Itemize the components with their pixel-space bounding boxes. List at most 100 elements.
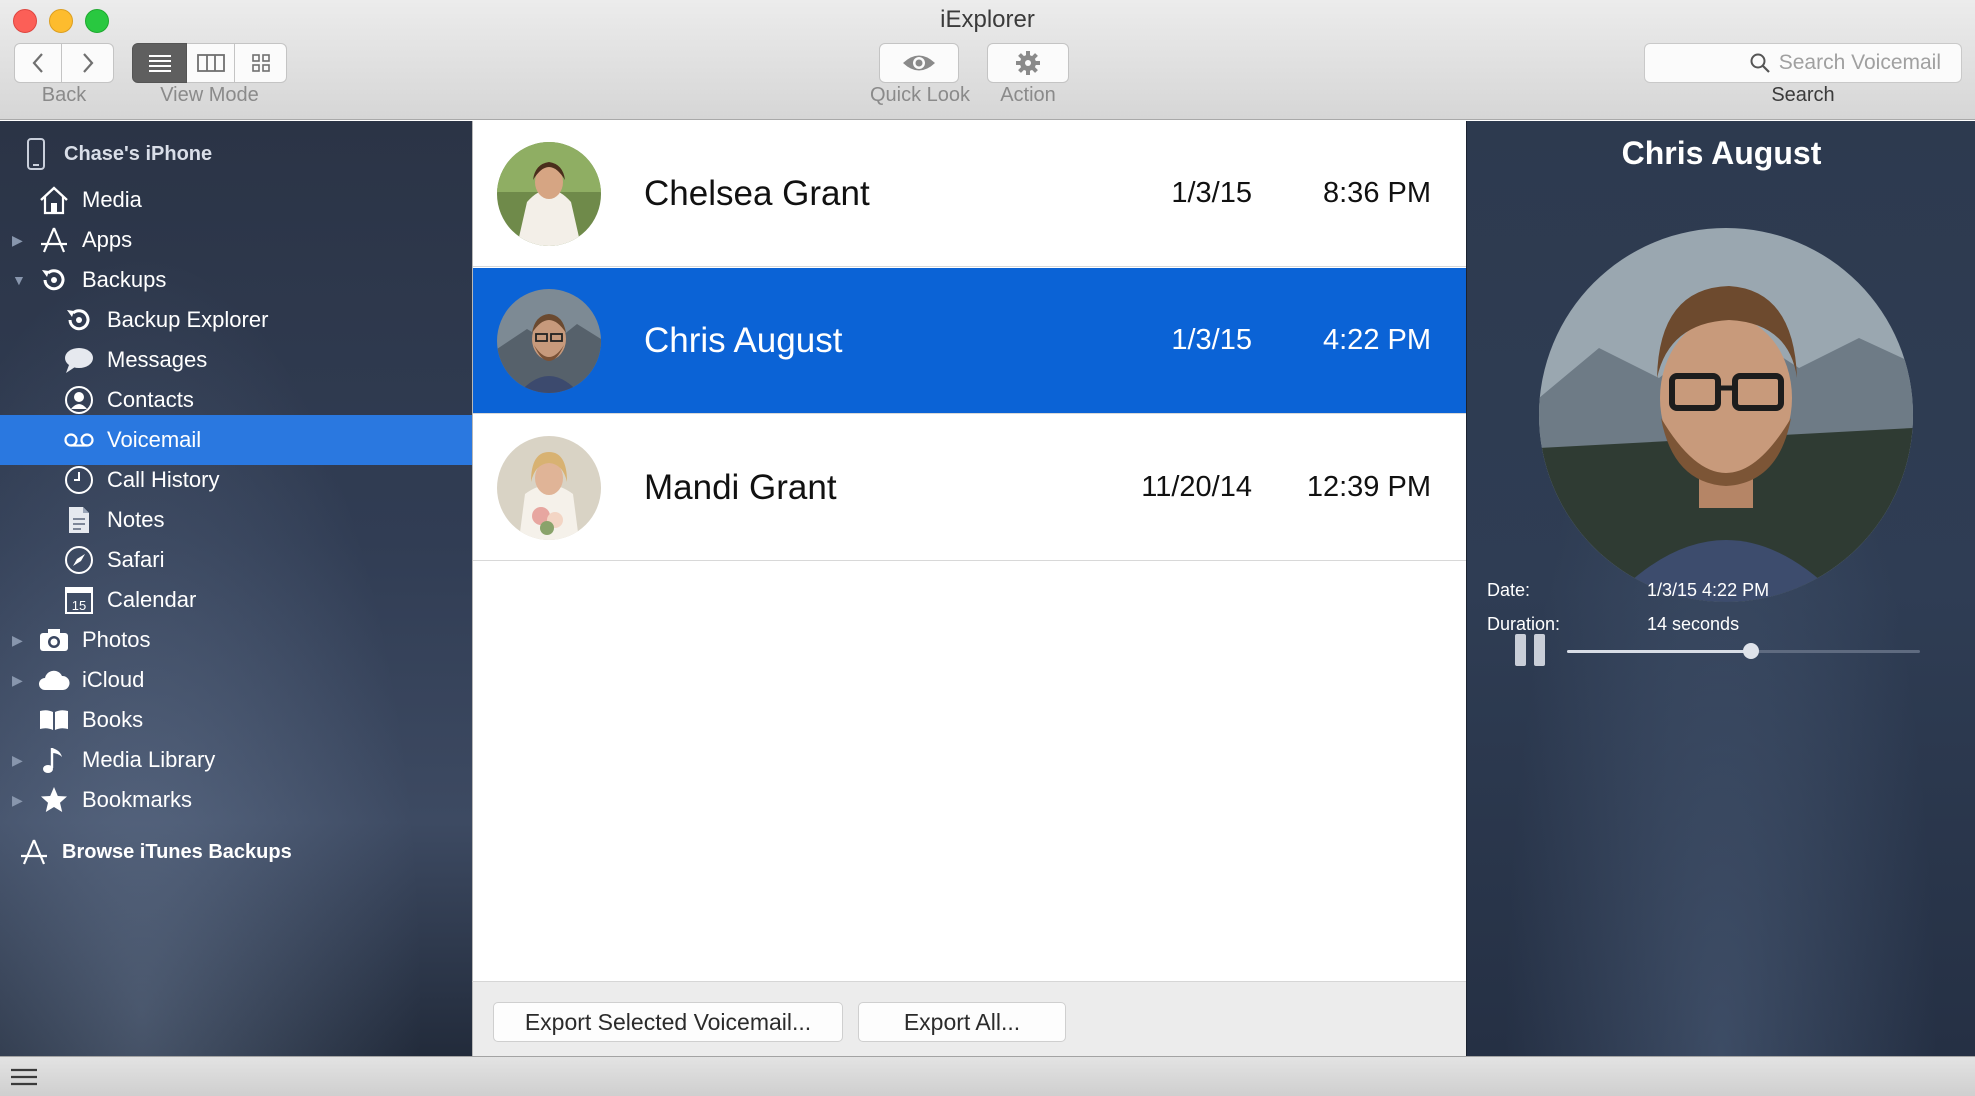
- voicemail-date: 11/20/14: [1141, 471, 1252, 503]
- sidebar-item-label: iCloud: [82, 667, 145, 692]
- sidebar-item-label: Photos: [82, 627, 151, 652]
- sidebar-item-label: Voicemail: [107, 427, 202, 452]
- voicemail-name: Chris August: [644, 320, 843, 360]
- quick-look-label: Quick Look: [869, 84, 971, 106]
- window-toolbar: iExplorer Back View Mode Quick Look Acti…: [0, 0, 1975, 120]
- browse-label: Browse iTunes Backups: [62, 840, 292, 863]
- calendar-badge: 15: [72, 598, 86, 613]
- disclosure-triangle-icon[interactable]: ▶: [12, 632, 23, 649]
- voicemail-name: Chelsea Grant: [644, 173, 870, 213]
- calendar-icon: 15: [61, 582, 97, 618]
- search-icon: [1749, 52, 1771, 74]
- chevron-right-icon: [82, 53, 93, 73]
- pause-button[interactable]: [1515, 634, 1545, 666]
- device-name: Chase's iPhone: [64, 142, 213, 165]
- book-icon: [36, 702, 72, 738]
- clock-icon: [61, 462, 97, 498]
- sidebar-item-label: Media Library: [82, 747, 216, 772]
- column-view-button[interactable]: [187, 43, 235, 83]
- avatar: [497, 141, 601, 246]
- eye-icon: [903, 55, 935, 71]
- playback-slider[interactable]: [1567, 643, 1920, 659]
- duration-value: 14 seconds: [1647, 614, 1740, 634]
- columns-icon: [196, 54, 225, 72]
- duration-label: Duration:: [1487, 614, 1561, 634]
- house-icon: [36, 182, 72, 218]
- music-note-icon: [36, 742, 72, 778]
- sidebar-item-bookmarks[interactable]: ▶ Bookmarks: [0, 775, 472, 825]
- backup-icon: [36, 262, 72, 298]
- app-store-icon: [36, 222, 72, 258]
- disclosure-triangle-icon[interactable]: ▶: [12, 792, 23, 809]
- sidebar-item-label: Calendar: [107, 587, 197, 612]
- window-title: iExplorer: [940, 6, 1035, 33]
- sidebar-item-label: Messages: [107, 347, 208, 372]
- icon-view-button[interactable]: [235, 43, 287, 83]
- sidebar-item-label: Bookmarks: [82, 787, 193, 812]
- voicemail-date: 1/3/15: [1171, 324, 1252, 356]
- sidebar-item-label: Call History: [107, 467, 220, 492]
- list-icon: [148, 55, 171, 72]
- voicemail-time: 4:22 PM: [1323, 324, 1431, 356]
- voicemail-list: Chelsea Grant 1/3/15 8:36 PM Chris Augus…: [472, 121, 1466, 981]
- voicemail-icon: [61, 422, 97, 458]
- status-bar: [0, 1056, 1975, 1096]
- back-button[interactable]: [14, 43, 62, 83]
- detail-pane: Chris August Date: 1/3/15 4:22 PM Durati…: [1466, 121, 1975, 1056]
- compass-icon: [61, 542, 97, 578]
- browse-itunes-backups[interactable]: Browse iTunes Backups: [0, 827, 472, 877]
- date-label: Date:: [1487, 580, 1531, 600]
- grid-icon: [251, 54, 270, 72]
- view-mode-label: View Mode: [160, 84, 259, 106]
- search-input[interactable]: Search Voicemail: [1644, 43, 1962, 83]
- avatar: [497, 288, 601, 393]
- sidebar-item-label: Contacts: [107, 387, 194, 412]
- search-label: Search: [1771, 84, 1835, 106]
- sidebar-item-label: Apps: [82, 227, 133, 252]
- sidebar-item-label: Backups: [82, 267, 167, 292]
- back-label: Back: [41, 84, 87, 106]
- playback-slider-knob[interactable]: [1742, 643, 1759, 659]
- notes-icon: [61, 502, 97, 538]
- disclosure-triangle-icon[interactable]: ▶: [12, 752, 23, 769]
- avatar: [497, 435, 601, 540]
- forward-button[interactable]: [62, 43, 114, 83]
- voicemail-row[interactable]: Chelsea Grant 1/3/15 8:36 PM: [473, 121, 1466, 267]
- sidebar-item-label: Safari: [107, 547, 165, 572]
- list-view-button[interactable]: [132, 43, 187, 83]
- voicemail-time: 12:39 PM: [1306, 471, 1431, 503]
- speech-bubble-icon: [61, 342, 97, 378]
- detail-contact-name: Chris August: [1621, 135, 1822, 171]
- disclosure-triangle-icon[interactable]: ▶: [12, 672, 23, 689]
- export-selected-button[interactable]: Export Selected Voicemail...: [493, 1002, 843, 1042]
- export-all-button[interactable]: Export All...: [858, 1002, 1066, 1042]
- voicemail-row[interactable]: Mandi Grant 11/20/14 12:39 PM: [473, 415, 1466, 561]
- voicemail-date: 1/3/15: [1171, 177, 1252, 209]
- sidebar-device[interactable]: Chase's iPhone: [0, 129, 472, 179]
- list-footer: Export Selected Voicemail... Export All.…: [472, 981, 1466, 1056]
- backup-icon: [61, 302, 97, 338]
- sidebar-item-label: Media: [82, 187, 142, 212]
- voicemail-name: Mandi Grant: [644, 467, 837, 507]
- gear-icon: [1016, 51, 1040, 75]
- iphone-icon: [18, 136, 54, 172]
- contact-photo: [1539, 228, 1913, 602]
- sidebar: Chase's iPhone Media ▶ Apps ▼ Backups Ba…: [0, 121, 472, 1056]
- action-label: Action: [1000, 84, 1056, 106]
- action-button[interactable]: [987, 43, 1069, 83]
- star-icon: [36, 782, 72, 818]
- contact-icon: [61, 382, 97, 418]
- pause-bar: [1534, 634, 1545, 666]
- disclosure-triangle-open-icon[interactable]: ▼: [12, 272, 26, 288]
- menu-icon[interactable]: [10, 1067, 38, 1087]
- disclosure-triangle-icon[interactable]: ▶: [12, 232, 23, 249]
- camera-icon: [36, 622, 72, 658]
- playback-progress-fill: [1567, 650, 1751, 653]
- search-placeholder: Search Voicemail: [1778, 51, 1941, 74]
- chevron-left-icon: [32, 53, 43, 73]
- quick-look-button[interactable]: [879, 43, 959, 83]
- sidebar-item-label: Books: [82, 707, 144, 732]
- voicemail-time: 8:36 PM: [1323, 177, 1431, 209]
- sidebar-item-label: Backup Explorer: [107, 307, 269, 332]
- voicemail-row[interactable]: Chris August 1/3/15 4:22 PM: [473, 268, 1466, 414]
